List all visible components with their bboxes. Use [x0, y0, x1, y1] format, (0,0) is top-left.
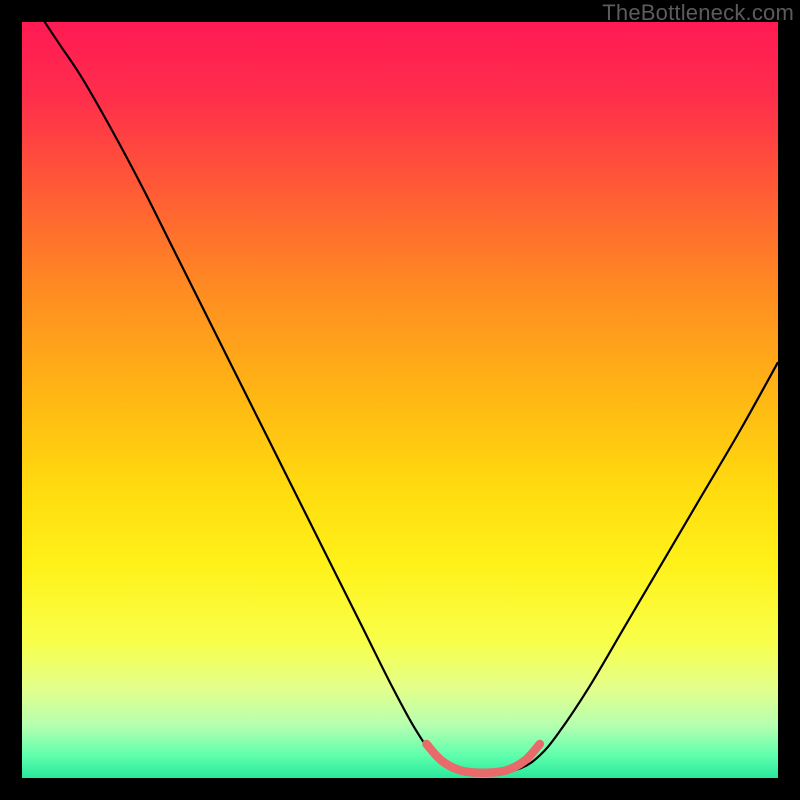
- plot-area: [22, 22, 778, 778]
- watermark-label: TheBottleneck.com: [602, 0, 794, 26]
- chart-svg: [22, 22, 778, 778]
- gradient-background: [22, 22, 778, 778]
- chart-frame: TheBottleneck.com: [0, 0, 800, 800]
